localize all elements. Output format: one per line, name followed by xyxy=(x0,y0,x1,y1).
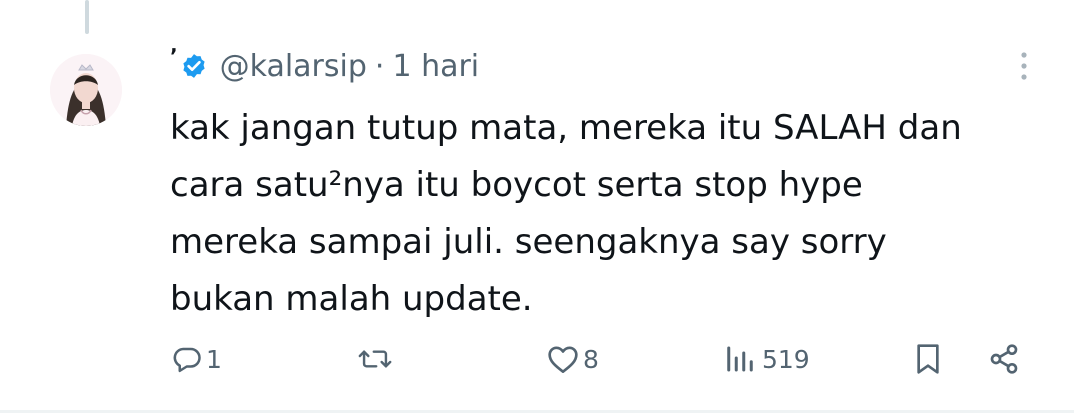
handle[interactable]: @kalarsip xyxy=(220,49,367,84)
thread-connector-line xyxy=(85,0,89,34)
more-vertical-icon[interactable] xyxy=(1012,48,1036,84)
tweet-reply[interactable]: ʼ @kalarsip · 1 hari kak jangan tutup ma… xyxy=(0,0,1074,413)
display-name[interactable]: ʼ xyxy=(170,44,178,68)
tweet-actions: 1 8 519 xyxy=(0,334,1074,384)
meta-separator: · xyxy=(374,48,385,84)
avatar-image xyxy=(50,54,122,126)
view-count: 519 xyxy=(762,344,810,374)
avatar[interactable] xyxy=(50,54,122,126)
heart-icon xyxy=(548,346,578,373)
like-count: 8 xyxy=(583,344,599,374)
reply-button[interactable]: 1 xyxy=(172,334,222,384)
tweet-text: kak jangan tutup mata, mereka itu SALAH … xyxy=(170,108,962,319)
share-icon xyxy=(990,344,1018,374)
verified-badge-icon xyxy=(182,54,205,78)
bookmark-button[interactable] xyxy=(914,334,942,384)
tweet-header: ʼ @kalarsip · 1 hari xyxy=(170,44,479,88)
views-button[interactable]: 519 xyxy=(724,334,810,384)
bookmark-icon xyxy=(917,344,939,374)
retweet-button[interactable] xyxy=(358,334,396,384)
reply-icon xyxy=(173,347,201,373)
share-button[interactable] xyxy=(988,334,1020,384)
retweet-icon xyxy=(358,350,392,368)
views-icon xyxy=(727,346,753,372)
timestamp[interactable]: 1 hari xyxy=(392,49,479,84)
reply-count: 1 xyxy=(206,344,222,374)
like-button[interactable]: 8 xyxy=(547,334,599,384)
